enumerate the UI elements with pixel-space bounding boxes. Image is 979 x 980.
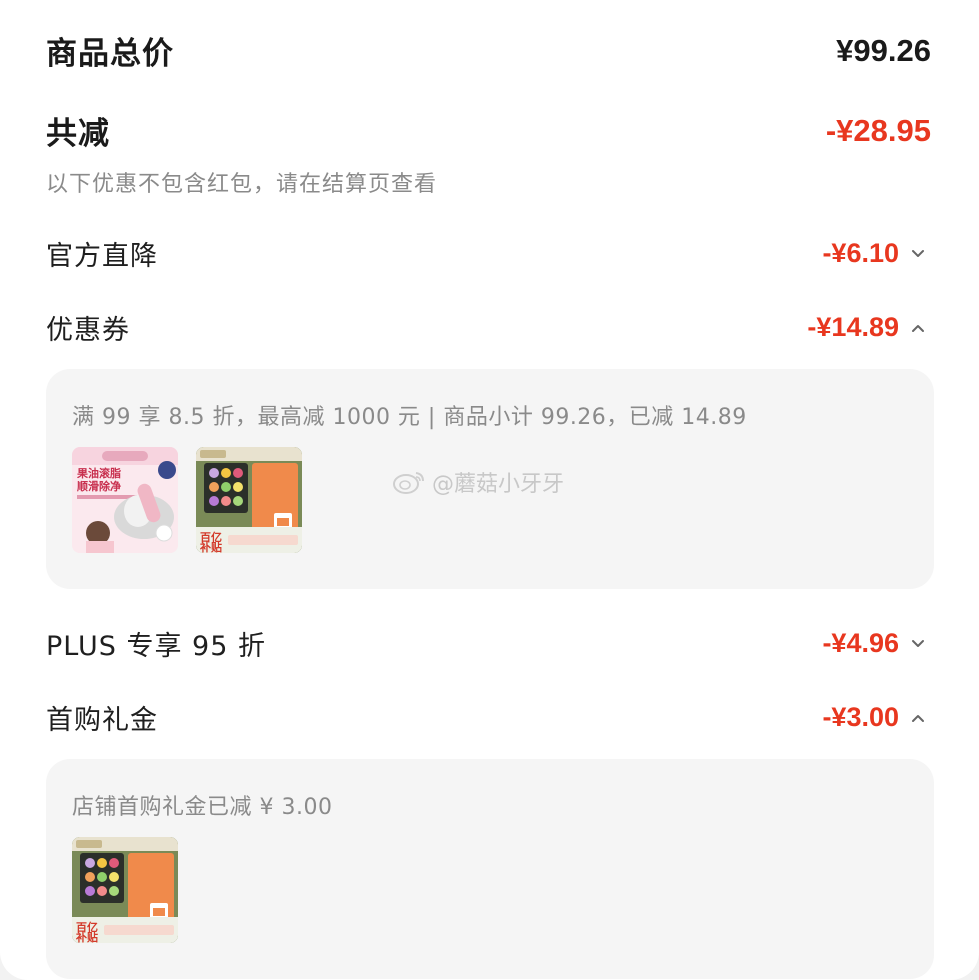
chevron-down-icon[interactable] (905, 241, 931, 267)
gift-detail-panel: 店铺首购礼金已减 ¥ 3.00 百亿 补贴 (46, 759, 934, 979)
total-row: 商品总价 ¥99.26 (46, 28, 931, 73)
total-label: 商品总价 (46, 36, 174, 72)
first-purchase-gift-value: -¥3.00 (822, 702, 931, 733)
watermark-text: @蘑菇小牙牙 (432, 472, 565, 497)
chevron-up-icon[interactable] (905, 705, 931, 731)
discount-label: 共减 (46, 116, 110, 152)
svg-text:补贴: 补贴 (75, 930, 98, 943)
svg-text:顺滑除净: 顺滑除净 (77, 479, 121, 493)
product-thumbnail-mooncake[interactable]: 百亿 补贴 (72, 837, 178, 943)
coupon-amount: -¥14.89 (807, 312, 899, 342)
coupon-detail-text: 满 99 享 8.5 折，最高减 1000 元 | 商品小计 99.26，已减 … (72, 405, 747, 430)
product-thumbnail-mooncake[interactable]: 百亿 补贴 (196, 447, 302, 553)
discount-row: 共减 -¥28.95 (46, 108, 931, 153)
svg-text:果油滚脂: 果油滚脂 (76, 466, 121, 480)
chevron-up-icon[interactable] (905, 315, 931, 341)
plus-discount-label: PLUS 专享 95 折 (46, 631, 266, 662)
watermark: @蘑菇小牙牙 (392, 466, 564, 498)
official-discount-value: -¥6.10 (822, 238, 931, 269)
coupon-label: 优惠券 (46, 315, 130, 346)
weibo-logo-icon (393, 472, 424, 494)
official-discount-amount: -¥6.10 (822, 238, 899, 268)
coupon-row[interactable]: 优惠券 -¥14.89 (46, 308, 931, 347)
plus-discount-row[interactable]: PLUS 专享 95 折 -¥4.96 (46, 624, 931, 663)
plus-discount-amount: -¥4.96 (822, 628, 899, 658)
official-discount-label: 官方直降 (46, 241, 158, 272)
plus-discount-value: -¥4.96 (822, 628, 931, 659)
total-value: ¥99.26 (836, 32, 931, 68)
chevron-down-icon[interactable] (905, 631, 931, 657)
first-purchase-gift-row[interactable]: 首购礼金 -¥3.00 (46, 698, 931, 737)
discount-note: 以下优惠不包含红包，请在结算页查看 (46, 172, 438, 197)
gift-detail-text: 店铺首购礼金已减 ¥ 3.00 (72, 795, 333, 820)
svg-text:补贴: 补贴 (199, 540, 222, 553)
discount-value: -¥28.95 (825, 112, 931, 148)
official-discount-row[interactable]: 官方直降 -¥6.10 (46, 234, 931, 273)
product-thumbnail-skincare[interactable]: 果油滚脂 顺滑除净 (72, 447, 178, 553)
first-purchase-gift-label: 首购礼金 (46, 705, 158, 736)
coupon-value: -¥14.89 (807, 312, 931, 343)
first-purchase-gift-amount: -¥3.00 (822, 702, 899, 732)
